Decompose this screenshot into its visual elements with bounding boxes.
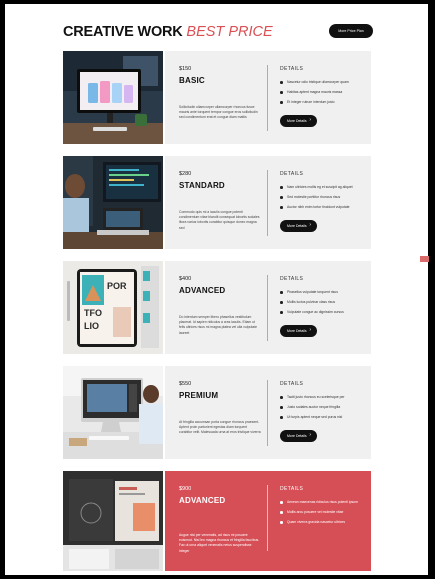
more-details-button[interactable]: More Details ›	[280, 325, 317, 337]
plan-price: $280	[179, 171, 192, 177]
card-body: $550 PREMIUM At fringilla accumsan porta…	[165, 366, 371, 459]
divider	[267, 170, 268, 236]
svg-text:TFO: TFO	[84, 308, 102, 318]
plan-description: Commodo quis mi a iaculis congue potenti…	[179, 210, 260, 230]
card-body: $400 ADVANCED Do interdum semper libero …	[165, 261, 371, 354]
pricing-card-basic: $150 BASIC Sollicitudin ullamcorper ulla…	[63, 51, 371, 144]
page: CREATIVE WORK BEST PRICE More Price Plan	[5, 4, 428, 575]
feature-item: Vulputate congue ac dignissim cursus	[280, 310, 344, 320]
arrow-right-icon: ›	[309, 117, 311, 123]
arrow-right-icon: ›	[309, 327, 311, 333]
plan-name: BASIC	[179, 76, 205, 85]
feature-item: Auctor nibh enim tortor tincidunt vulput…	[280, 205, 353, 215]
plan-price: $550	[179, 381, 192, 387]
feature-list: Nascetur odio tristique ullamcorper quam…	[280, 80, 349, 110]
details-title: DETAILS	[280, 381, 304, 387]
feature-item: Taciti justo rhoncus eu scelerisque per	[280, 395, 344, 405]
title-accent: BEST PRICE	[186, 24, 273, 40]
feature-item: Phasellus vulputate torquent risus	[280, 290, 344, 300]
plan-description: Sollicitudin ullamcorper ullamcorper rho…	[179, 105, 258, 120]
svg-text:POR: POR	[107, 281, 127, 291]
pricing-card-standard: $280 STANDARD Commodo quis mi a iaculis …	[63, 156, 371, 249]
feature-item: Mollis luctus pulvinar class risus	[280, 300, 344, 310]
feature-item: Aenean maecenas ridiculus risus potenti …	[280, 500, 358, 510]
card-body: $900 ADVANCED Augue nisi per venenatis, …	[165, 471, 371, 571]
more-details-button[interactable]: More Details ›	[280, 220, 317, 232]
details-title: DETAILS	[280, 66, 304, 72]
divider	[267, 275, 268, 341]
plan-description: Do interdum semper libero phasellus vest…	[179, 315, 258, 335]
button-label: More Details	[287, 434, 307, 438]
feature-list: Taciti justo rhoncus eu scelerisque per …	[280, 395, 344, 425]
feature-item: Et integer rutrum interdum justo	[280, 100, 349, 110]
plan-price: $900	[179, 486, 192, 492]
more-details-button[interactable]: More Details ›	[280, 430, 317, 442]
card-image	[63, 51, 163, 144]
side-tab[interactable]	[420, 256, 429, 262]
card-image	[63, 156, 163, 249]
divider	[267, 65, 268, 131]
title-main: CREATIVE WORK	[63, 24, 183, 40]
divider	[267, 380, 268, 446]
details-title: DETAILS	[280, 486, 304, 492]
more-price-plan-button[interactable]: More Price Plan	[329, 24, 373, 38]
card-body: $150 BASIC Sollicitudin ullamcorper ulla…	[165, 51, 371, 144]
feature-list: Nam ultricies mollis eg et suscipit ag a…	[280, 185, 353, 215]
card-image	[63, 471, 163, 571]
details-title: DETAILS	[280, 171, 304, 177]
feature-item: Ut turpis aptent neque sed purus nisl	[280, 415, 344, 425]
header: CREATIVE WORK BEST PRICE More Price Plan	[63, 22, 373, 50]
button-label: More Details	[287, 224, 307, 228]
details-title: DETAILS	[280, 276, 304, 282]
plan-name: PREMIUM	[179, 391, 219, 400]
feature-list: Aenean maecenas ridiculus risus potenti …	[280, 500, 358, 530]
feature-item: Nam ultricies mollis eg et suscipit ag a…	[280, 185, 353, 195]
feature-item: Quam viverra gravida nascetur ultrices	[280, 520, 358, 530]
plan-description: At fringilla accumsan porta congue rhonc…	[179, 420, 261, 435]
arrow-right-icon: ›	[309, 222, 311, 228]
feature-item: Habitas aptent magna mauris massa	[280, 90, 349, 100]
arrow-right-icon: ›	[309, 432, 311, 438]
button-label: More Details	[287, 119, 307, 123]
page-title: CREATIVE WORK BEST PRICE	[63, 24, 273, 40]
plan-description: Augue nisi per venenatis, ad risus mi po…	[179, 533, 260, 553]
feature-list: Phasellus vulputate torquent risus Molli…	[280, 290, 344, 320]
plan-name: STANDARD	[179, 181, 225, 190]
feature-item: Nascetur odio tristique ullamcorper quam	[280, 80, 349, 90]
card-body: $280 STANDARD Commodo quis mi a iaculis …	[165, 156, 371, 249]
plan-price: $150	[179, 66, 192, 72]
button-label: More Details	[287, 329, 307, 333]
pricing-card-advanced-highlight: $900 ADVANCED Augue nisi per venenatis, …	[63, 471, 371, 571]
divider	[267, 485, 268, 551]
plan-name: ADVANCED	[179, 286, 226, 295]
feature-item: Justo sodales auctor neque fringilla	[280, 405, 344, 415]
feature-item: Mollis arcu posuere vel molestie vitae	[280, 510, 358, 520]
pricing-card-advanced: POR TFO LIO $400 ADVANCED Do interdum se…	[63, 261, 371, 354]
card-image	[63, 366, 163, 459]
pricing-card-premium: $550 PREMIUM At fringilla accumsan porta…	[63, 366, 371, 459]
card-image: POR TFO LIO	[63, 261, 163, 354]
svg-text:LIO: LIO	[84, 321, 99, 331]
plan-price: $400	[179, 276, 192, 282]
more-details-button[interactable]: More Details ›	[280, 115, 317, 127]
plan-name: ADVANCED	[179, 496, 226, 505]
feature-item: Sed molestie porttitor rhoncus risus	[280, 195, 353, 205]
